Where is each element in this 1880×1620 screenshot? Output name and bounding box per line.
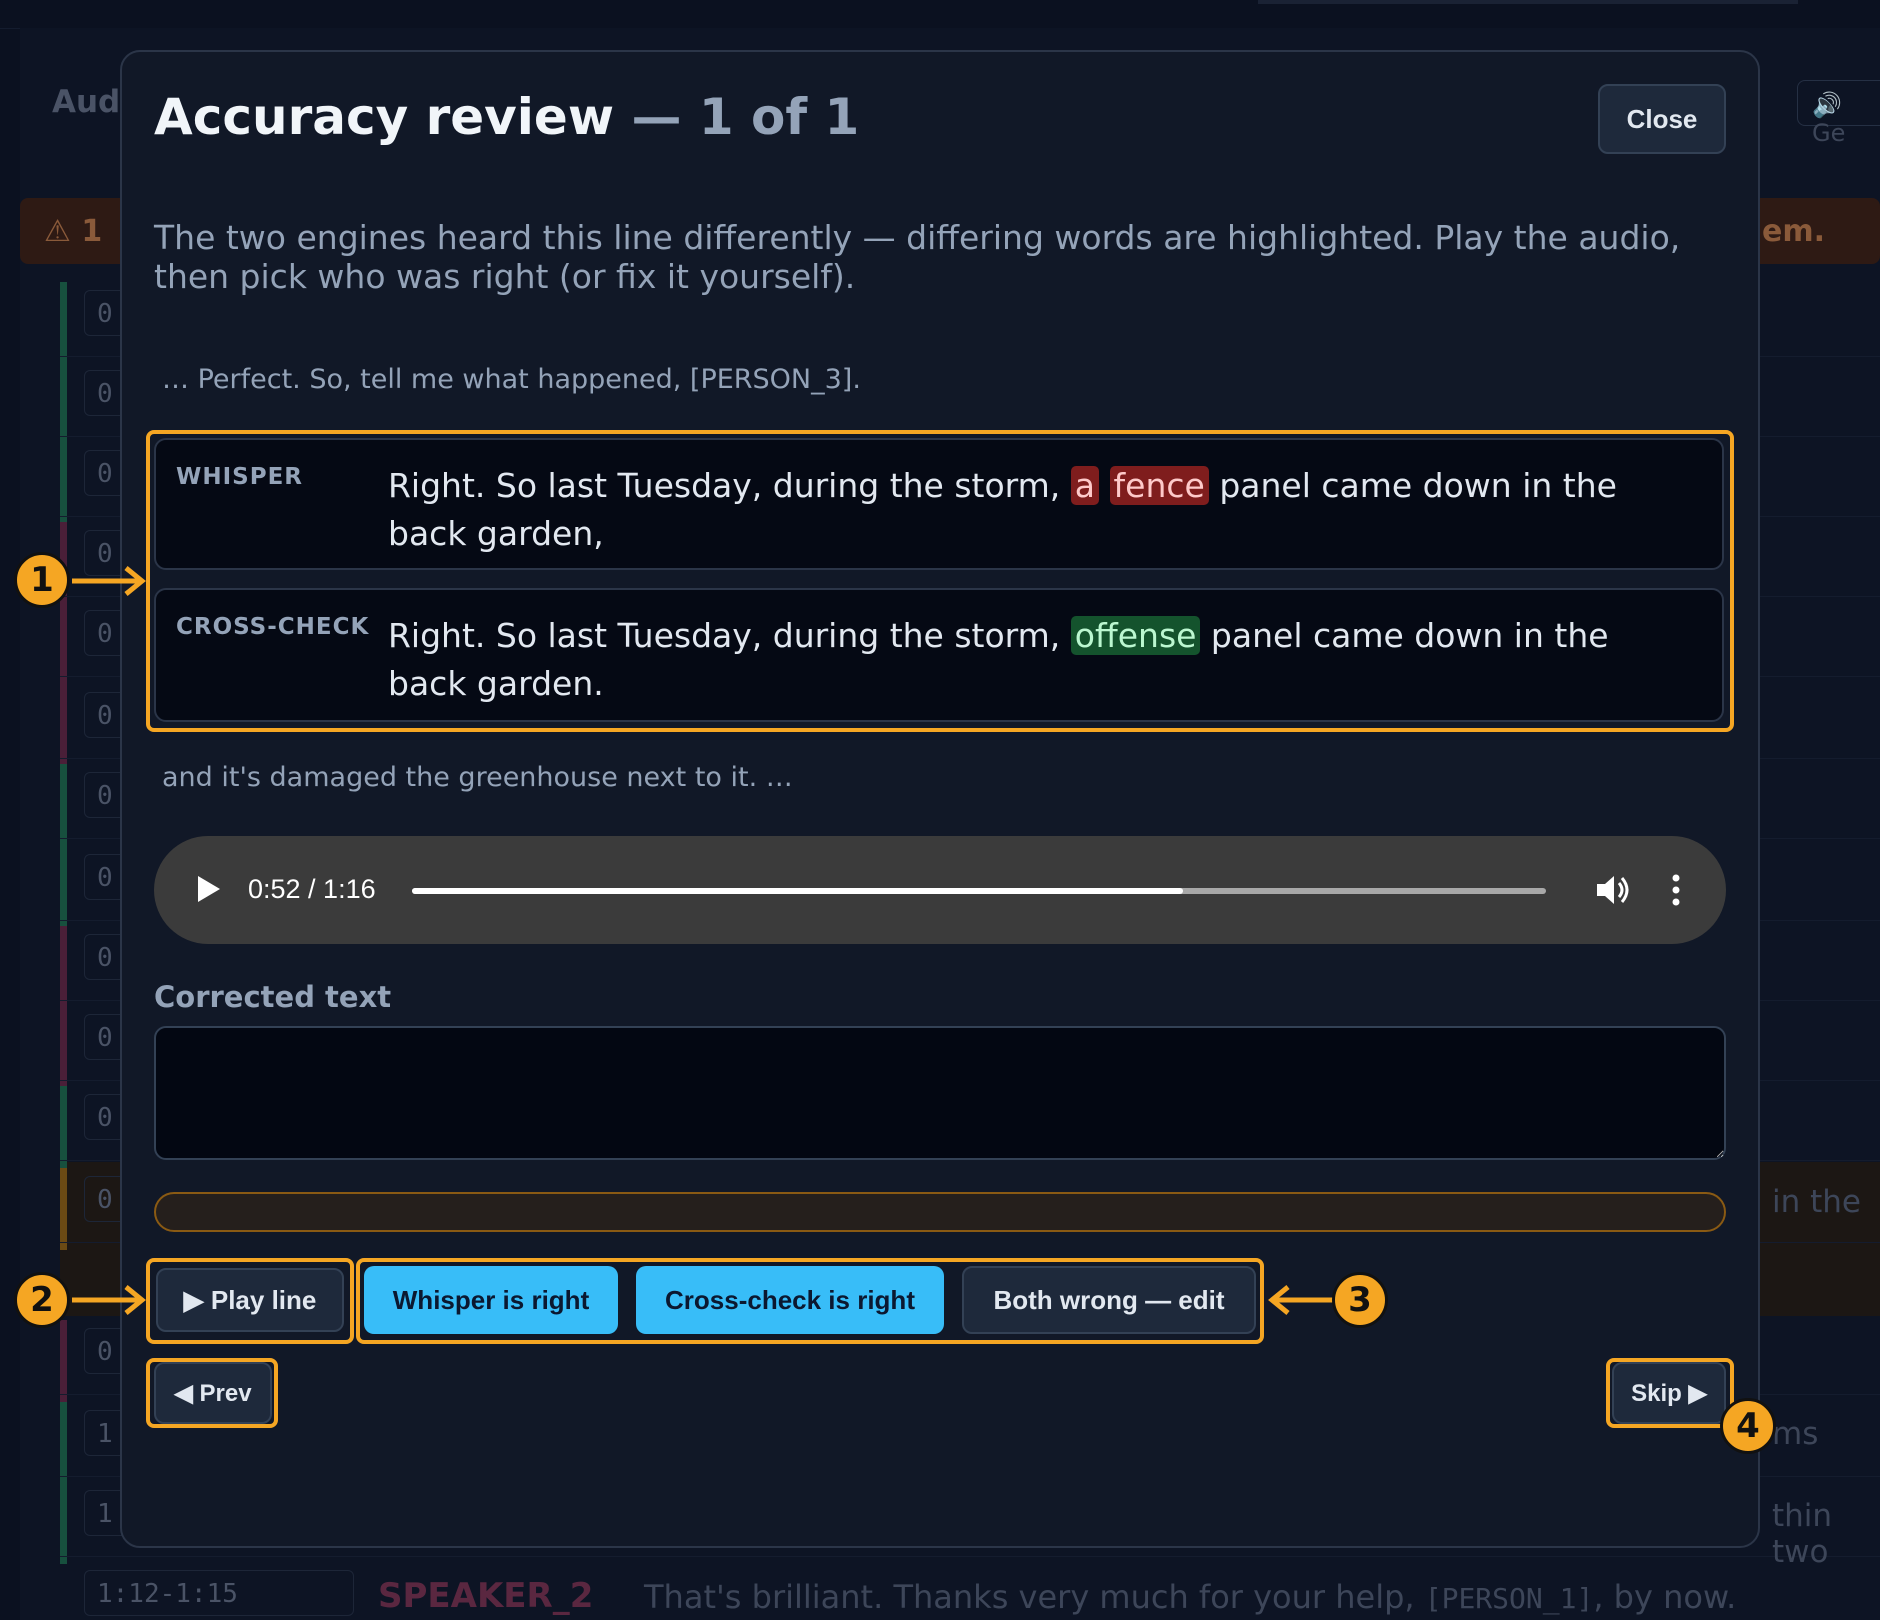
annotation-marker-1: 1	[14, 552, 70, 608]
background-timestamp: 1:12-1:15	[84, 1570, 354, 1616]
context-after: and it's damaged the greenhouse next to …	[162, 762, 793, 793]
background-speaker-bar	[60, 1482, 67, 1564]
background-speaker-bar	[60, 1006, 67, 1088]
background-speaker-bar	[60, 764, 67, 846]
background-row-divider	[60, 1556, 1880, 1557]
background-speaker-bar	[60, 1086, 67, 1168]
background-speaker-bar	[60, 442, 67, 524]
audio-player: 0:52 / 1:16	[154, 836, 1726, 944]
annotation-arrow-left-icon	[1268, 1285, 1334, 1315]
background-speaker-bar	[60, 926, 67, 1008]
background-transcript-line: That's brilliant. Thanks very much for y…	[644, 1578, 1737, 1616]
background-row-text: thin two	[1772, 1498, 1833, 1570]
annotation-highlight-verdict-buttons	[356, 1258, 1264, 1344]
background-topbar	[0, 0, 1880, 29]
context-before: … Perfect. So, tell me what happened, [P…	[162, 364, 861, 395]
corrected-text-input[interactable]	[154, 1026, 1726, 1160]
annotation-marker-4: 4	[1720, 1398, 1776, 1454]
annotation-highlight-skip	[1606, 1358, 1734, 1428]
background-speaker-bar	[60, 362, 67, 444]
background-speaker-bar	[60, 846, 67, 928]
background-speaker-bar	[60, 1402, 67, 1484]
audio-progress-fill	[412, 888, 1184, 894]
background-speaker-bar	[60, 1168, 67, 1250]
close-button[interactable]: Close	[1598, 84, 1726, 154]
more-options-icon[interactable]	[1670, 870, 1682, 910]
background-speaker-bar	[60, 602, 67, 684]
annotation-highlight-prev	[146, 1358, 278, 1428]
annotation-highlight-comparison	[146, 430, 1734, 732]
status-bar	[154, 1192, 1726, 1232]
audio-time: 0:52 / 1:16	[248, 874, 376, 904]
background-speaker-bar	[60, 1320, 67, 1402]
background-topbar-element	[1258, 0, 1798, 4]
play-icon[interactable]	[198, 876, 220, 902]
background-warning-text: ⚠ 1	[44, 214, 103, 249]
background-speaker-bar	[60, 684, 67, 766]
annotation-highlight-play-line	[146, 1258, 354, 1344]
background-generate-button: 🔊 Ge	[1797, 80, 1880, 147]
review-counter: — 1 of 1	[631, 88, 860, 146]
background-row-text: in the	[1772, 1184, 1861, 1220]
annotation-marker-3: 3	[1332, 1272, 1388, 1328]
audio-seek-bar[interactable]	[412, 888, 1546, 894]
modal-title: Accuracy review — 1 of 1	[154, 88, 860, 146]
background-app-title: Aud	[52, 84, 121, 120]
corrected-text-label: Corrected text	[154, 980, 392, 1014]
background-warning-text-end: em.	[1762, 214, 1826, 249]
background-row-text: ms	[1772, 1416, 1819, 1452]
annotation-marker-2: 2	[14, 1272, 70, 1328]
annotation-arrow-right-icon	[72, 1285, 146, 1315]
background-speaker-bar	[60, 282, 67, 364]
volume-icon[interactable]	[1592, 870, 1632, 910]
background-speaker-label: SPEAKER_2	[378, 1576, 594, 1616]
modal-description: The two engines heard this line differen…	[154, 218, 1681, 296]
annotation-arrow-right-icon	[72, 566, 146, 596]
